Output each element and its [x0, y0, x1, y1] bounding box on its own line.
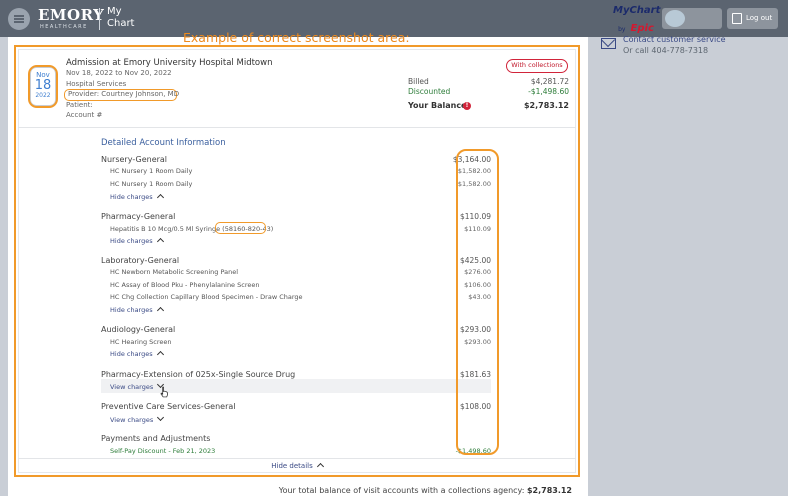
- charge-name: HC Assay of Blood Pku - Phenylalanine Sc…: [110, 281, 260, 289]
- contact-customer-service-link[interactable]: Contact customer service: [623, 35, 726, 44]
- logout-icon: [732, 13, 742, 24]
- mychart-logo-line1: My: [107, 6, 122, 17]
- mail-icon: [601, 38, 616, 49]
- group-name: Pharmacy-Extension of 025x-Single Source…: [101, 370, 296, 379]
- hide-details-link[interactable]: Hide details: [18, 462, 576, 471]
- collections-badge: With collections: [506, 59, 568, 73]
- balance-label: Your Balance: [408, 101, 467, 110]
- charge-name: HC Hearing Screen: [110, 338, 172, 346]
- charge-name: Self-Pay Discount - Feb 21, 2023: [110, 447, 216, 455]
- toggle-label: Hide charges: [110, 237, 153, 245]
- avatar-icon: [665, 10, 685, 27]
- collections-total: Your total balance of visit accounts wit…: [230, 486, 572, 495]
- detailed-account-title: Detailed Account Information: [101, 138, 226, 148]
- charge-name: HC Nursery 1 Room Daily: [110, 167, 193, 175]
- logout-label: Log out: [746, 14, 773, 22]
- ndc-code-highlight: [215, 222, 266, 234]
- logo-divider: [99, 8, 100, 30]
- toggle-label: Hide charges: [110, 350, 153, 358]
- menu-icon[interactable]: [8, 8, 30, 30]
- account-label: Account #: [66, 111, 103, 119]
- side-panel: [590, 37, 788, 496]
- charge-name: HC Nursery 1 Room Daily: [110, 180, 193, 188]
- visit-dates: Nov 18, 2022 to Nov 20, 2022: [66, 69, 172, 77]
- details-divider: [18, 458, 576, 459]
- amounts-highlight: [456, 149, 499, 455]
- logout-button[interactable]: Log out: [727, 8, 778, 29]
- hand-cursor-icon: [160, 386, 169, 398]
- group-name: Laboratory-General: [101, 256, 180, 265]
- emory-logo[interactable]: EMORY: [38, 6, 104, 24]
- view-charges-link[interactable]: View charges: [110, 413, 165, 424]
- mychart-by-epic-logo: MyChart by Epic: [613, 5, 661, 34]
- chevron-up-icon: [156, 193, 164, 202]
- emory-logo-sub: HEALTHCARE: [40, 24, 88, 30]
- epic-name-text: Epic: [630, 23, 654, 34]
- charge-name: HC Chg Collection Capillary Blood Specim…: [110, 293, 303, 301]
- charge-name: HC Newborn Metabolic Screening Panel: [110, 268, 239, 276]
- visit-service: Hospital Services: [66, 80, 127, 88]
- group-name: Nursery-General: [101, 155, 168, 164]
- chevron-down-icon: [157, 413, 165, 422]
- mychart-logo[interactable]: My Chart: [107, 6, 134, 30]
- balance-value: $2,783.12: [523, 101, 569, 110]
- collections-total-label: Your total balance of visit accounts wit…: [278, 486, 525, 495]
- toggle-label: Hide charges: [110, 306, 153, 314]
- chevron-up-icon: [316, 462, 324, 471]
- view-charges-link[interactable]: View charges: [110, 380, 165, 391]
- screenshot-area-label: Example of correct screenshot area:: [183, 30, 410, 45]
- proxy-toggle[interactable]: [662, 8, 722, 29]
- visit-title: Admission at Emory University Hospital M…: [66, 58, 273, 68]
- chevron-up-icon: [156, 237, 164, 246]
- group-name: Preventive Care Services-General: [101, 402, 236, 411]
- patient-label: Patient:: [66, 101, 93, 109]
- hide-charges-link[interactable]: Hide charges: [110, 350, 164, 359]
- toggle-label: Hide charges: [110, 193, 153, 201]
- customer-service-phone: Or call 404-778-7318: [623, 46, 709, 55]
- date-highlight: [28, 65, 58, 108]
- chevron-up-icon: [156, 350, 164, 359]
- hide-charges-link[interactable]: Hide charges: [110, 306, 164, 315]
- hide-charges-link[interactable]: Hide charges: [110, 193, 164, 202]
- collections-total-value: $2,783.12: [526, 486, 572, 495]
- mychart-logo-line2: Chart: [107, 18, 135, 29]
- group-name: Audiology-General: [101, 325, 176, 334]
- toggle-label: View charges: [110, 383, 154, 391]
- toggle-label: View charges: [110, 416, 154, 424]
- discounted-value: -$1,498.60: [528, 87, 569, 96]
- chevron-up-icon: [156, 306, 164, 315]
- epic-mychart-text: MyChart: [613, 5, 661, 16]
- billed-label: Billed: [408, 77, 429, 86]
- hide-charges-link[interactable]: Hide charges: [110, 237, 164, 246]
- alert-icon[interactable]: !: [463, 102, 471, 110]
- visit-provider: Provider: Courtney Johnson, MD: [64, 89, 179, 101]
- discounted-label: Discounted: [408, 87, 451, 96]
- hide-details-label: Hide details: [271, 462, 313, 470]
- group-name: Payments and Adjustments: [101, 434, 211, 443]
- epic-by-text: by: [618, 26, 626, 33]
- billed-value: $4,281.72: [530, 77, 569, 86]
- group-name: Pharmacy-General: [101, 212, 176, 221]
- section-divider: [18, 127, 576, 128]
